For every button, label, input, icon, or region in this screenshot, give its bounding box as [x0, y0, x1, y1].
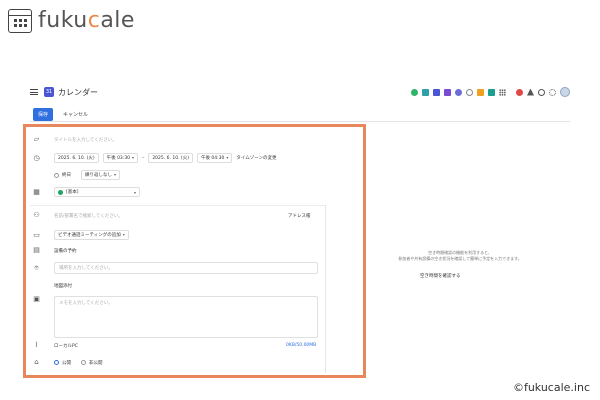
calendar-shortcut-icon[interactable]: [433, 88, 440, 96]
cancel-button[interactable]: キャンセル: [63, 111, 88, 118]
note-icon[interactable]: [477, 88, 484, 96]
messenger-icon[interactable]: [411, 88, 418, 96]
app-title: カレンダー: [58, 87, 98, 97]
user-avatar[interactable]: [560, 87, 570, 97]
check-availability-button[interactable]: 空き時間を確認する: [420, 273, 461, 279]
app-header: 31 カレンダー: [30, 84, 570, 100]
drive-icon[interactable]: [455, 88, 462, 96]
copyright-text: ©fukucale.inc: [512, 381, 590, 394]
notification-icon[interactable]: [516, 88, 523, 96]
mail-icon[interactable]: [444, 88, 451, 96]
highlight-frame: [23, 124, 366, 378]
form-toolbar: 保存 キャンセル: [33, 108, 88, 121]
brand-wordmark: fukucale: [38, 8, 135, 33]
screenshot-canvas: fukucale 31 カレンダー 保存 キャンセル ▱ タイトルを入力してくだ…: [0, 0, 600, 400]
toolbar-divider: [30, 121, 570, 122]
contacts-icon[interactable]: [488, 88, 495, 96]
menu-icon[interactable]: [30, 89, 38, 95]
brand-logo: fukucale: [8, 8, 135, 33]
board-icon[interactable]: [422, 88, 429, 96]
settings-gear-icon[interactable]: [549, 88, 556, 96]
apps-grid-icon[interactable]: [499, 88, 506, 96]
save-button[interactable]: 保存: [33, 108, 54, 121]
header-app-icons: [411, 87, 570, 97]
info-icon[interactable]: [466, 88, 473, 96]
availability-hint: 空き時間確認の機能を利用すると、 参加者や共有設備の空き状況を確認して簡単に予定…: [398, 250, 522, 261]
help-icon[interactable]: [538, 88, 545, 96]
calendar-app-icon: 31: [44, 87, 54, 97]
calendar-logo-icon: [8, 8, 32, 33]
admin-icon[interactable]: [527, 88, 534, 96]
